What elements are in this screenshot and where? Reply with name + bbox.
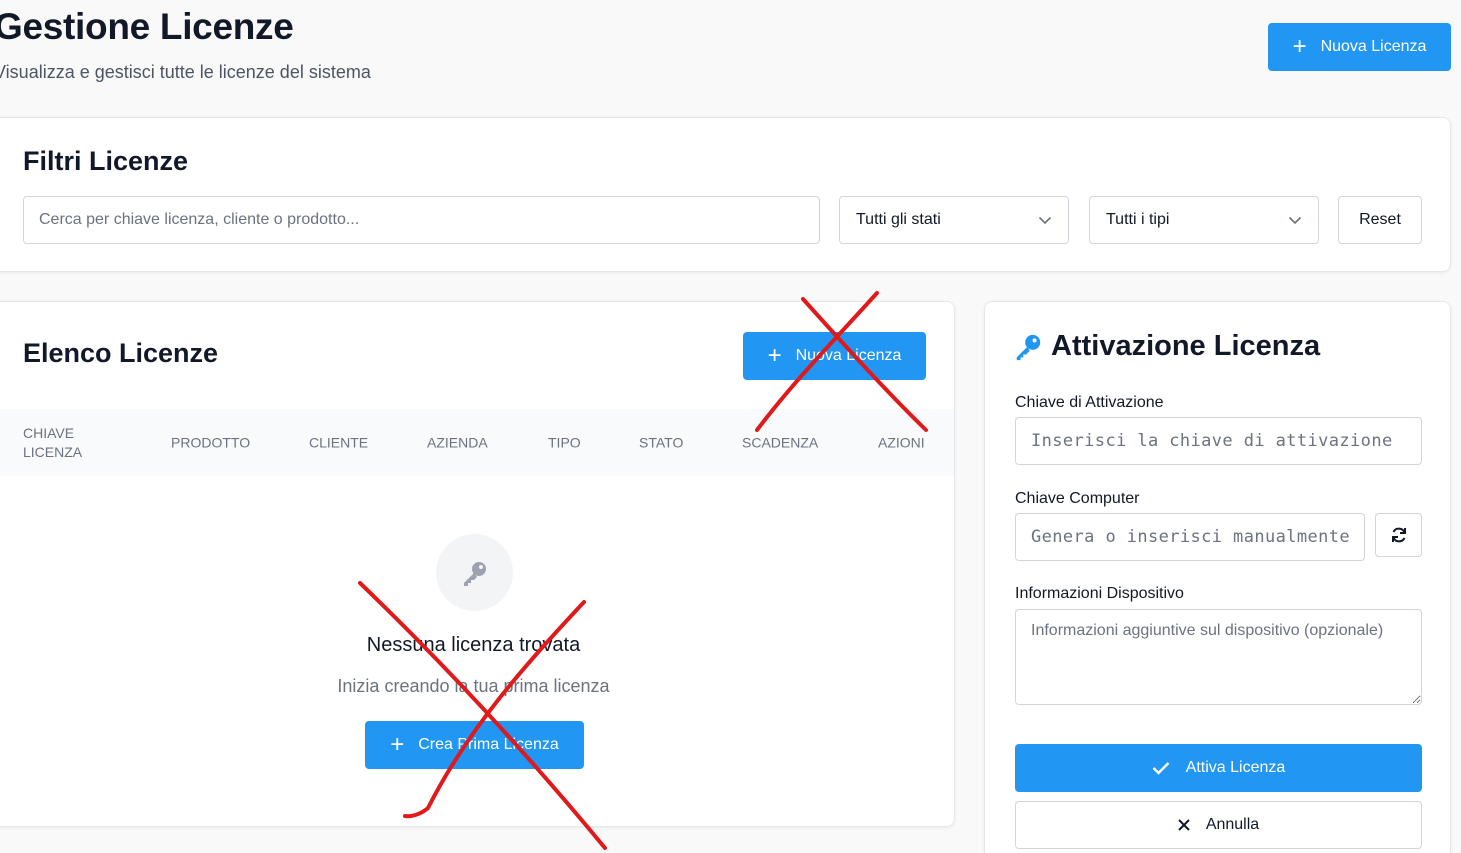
column-header-status[interactable]: STATO — [639, 433, 683, 452]
filters-title: Filtri Licenze — [23, 146, 189, 176]
chevron-down-icon — [1038, 216, 1052, 224]
column-header-license-key[interactable]: CHIAVE LICENZA — [23, 424, 82, 462]
column-header-expiry[interactable]: SCADENZA — [742, 433, 818, 452]
close-icon — [1178, 819, 1190, 831]
status-select-value: Tutti gli stati — [856, 211, 941, 228]
computer-key-label: Chiave Computer — [1015, 490, 1140, 507]
plus-icon: + — [1292, 33, 1307, 60]
column-header-product[interactable]: PRODOTTO — [171, 433, 250, 452]
key-icon — [1016, 334, 1041, 360]
device-info-label: Informazioni Dispositivo — [1015, 585, 1184, 602]
empty-state-icon — [436, 534, 513, 611]
license-list-card: Elenco Licenze + Nuova Licenza CHIAVE LI… — [0, 301, 955, 827]
new-license-button[interactable]: + Nuova Licenza — [1268, 23, 1451, 71]
activation-title: Attivazione Licenza — [1013, 330, 1320, 363]
create-first-license-label: Crea Prima Licenza — [418, 736, 559, 753]
page-title: Gestione Licenze — [0, 6, 294, 47]
activate-license-label: Attiva Licenza — [1185, 759, 1286, 776]
status-select[interactable]: Tutti gli stati — [839, 196, 1069, 244]
search-input[interactable] — [23, 196, 820, 244]
check-icon — [1152, 762, 1170, 775]
column-header-company[interactable]: AZIENDA — [427, 433, 488, 452]
refresh-icon — [1391, 527, 1406, 543]
new-license-button-label: Nuova Licenza — [1320, 38, 1427, 55]
list-new-license-label: Nuova Licenza — [795, 347, 902, 364]
type-select-value: Tutti i tipi — [1106, 211, 1170, 228]
activation-key-input[interactable] — [1015, 417, 1422, 465]
activation-title-text: Attivazione Licenza — [1051, 330, 1321, 362]
filters-card: Filtri Licenze Tutti gli stati Tutti i t… — [0, 117, 1451, 272]
activate-license-button[interactable]: Attiva Licenza — [1015, 744, 1422, 792]
computer-key-input[interactable] — [1015, 513, 1365, 561]
reset-button[interactable]: Reset — [1338, 196, 1422, 244]
cancel-label: Annulla — [1205, 816, 1260, 833]
license-list-title: Elenco Licenze — [23, 338, 219, 368]
table-header: CHIAVE LICENZA PRODOTTO CLIENTE AZIENDA … — [0, 409, 954, 476]
device-info-textarea[interactable] — [1015, 609, 1422, 705]
list-new-license-button[interactable]: + Nuova Licenza — [743, 332, 926, 380]
plus-icon: + — [390, 731, 405, 758]
empty-state-subtitle: Inizia creando la tua prima licenza — [337, 676, 610, 696]
column-header-type[interactable]: TIPO — [548, 433, 581, 452]
page-subtitle: Visualizza e gestisci tutte le licenze d… — [0, 62, 371, 82]
create-first-license-button[interactable]: + Crea Prima Licenza — [365, 721, 584, 769]
activation-card: Attivazione Licenza Chiave di Attivazion… — [984, 301, 1451, 853]
chevron-down-icon — [1288, 216, 1302, 224]
empty-state-title: Nessuna licenza trovata — [366, 634, 581, 656]
activation-key-label: Chiave di Attivazione — [1015, 394, 1164, 411]
generate-key-button[interactable] — [1375, 513, 1422, 557]
column-header-actions: AZIONI — [878, 434, 925, 450]
type-select[interactable]: Tutti i tipi — [1089, 196, 1319, 244]
plus-icon: + — [767, 342, 782, 369]
cancel-button[interactable]: Annulla — [1015, 801, 1422, 849]
key-icon — [463, 561, 486, 586]
column-header-customer[interactable]: CLIENTE — [309, 433, 368, 452]
